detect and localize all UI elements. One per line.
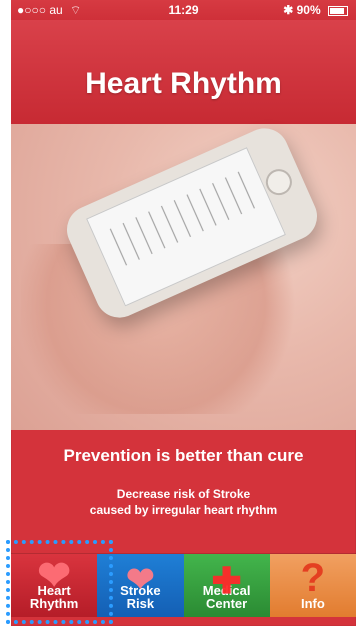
- prevention-heading: Prevention is better than cure: [63, 446, 304, 465]
- heart-icon: ❤: [126, 561, 155, 599]
- tab-heart-rhythm[interactable]: ❤ Heart Rhythm: [11, 554, 98, 617]
- description-line-1: Decrease risk of Stroke: [116, 487, 251, 501]
- page-title: Heart Rhythm: [85, 67, 282, 100]
- tab-bar: ❤ Heart Rhythm ❤ Stroke Risk ✚ Medical C…: [11, 553, 356, 617]
- heart-icon: ❤: [37, 554, 71, 598]
- status-bar: ●○○○ au ⌔ 11:29 ✱ 90%: [11, 0, 356, 20]
- cross-icon: ✚: [211, 560, 242, 601]
- tab-heart-rhythm-label-line-2: Rhythm: [29, 596, 79, 611]
- battery-status: ✱ 90%: [283, 3, 348, 17]
- bluetooth-icon: ✱: [283, 3, 294, 17]
- description-line-2: caused by irregular heart rhythm: [89, 503, 278, 517]
- heart-rhythm-waveform: [103, 168, 261, 269]
- battery-percent: 90%: [296, 3, 321, 17]
- tab-info[interactable]: ? Info: [269, 554, 356, 617]
- question-icon: ?: [300, 556, 326, 600]
- description: Decrease risk of Stroke caused by irregu…: [11, 486, 356, 518]
- header: Heart Rhythm: [11, 20, 356, 124]
- battery-icon: [328, 5, 348, 16]
- hero-image: [11, 120, 356, 430]
- app-screen: ●○○○ au ⌔ 11:29 ✱ 90% Heart Rhythm Preve…: [11, 0, 356, 626]
- tab-stroke-risk[interactable]: ❤ Stroke Risk: [97, 554, 184, 617]
- tab-medical-center[interactable]: ✚ Medical Center: [183, 554, 270, 617]
